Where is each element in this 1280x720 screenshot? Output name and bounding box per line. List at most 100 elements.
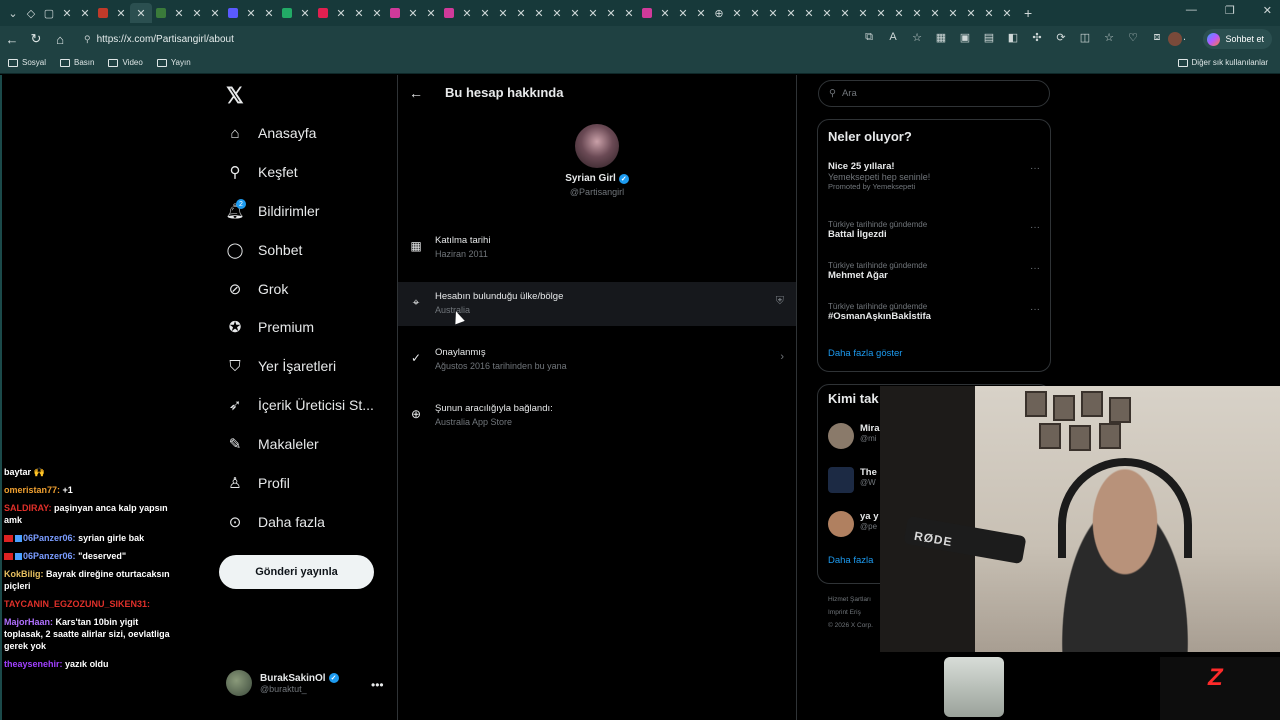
- trend-item[interactable]: Türkiye tarihinde gündemde Mehmet Ağar ·…: [828, 261, 1040, 281]
- tab-item[interactable]: ✕: [242, 3, 260, 23]
- extension-icon[interactable]: ▦: [934, 31, 948, 44]
- x-logo-icon[interactable]: 𝕏: [226, 83, 244, 109]
- more-icon[interactable]: ···: [1030, 163, 1040, 174]
- extension-icon[interactable]: ▤: [982, 31, 996, 44]
- home-browser-icon[interactable]: ⌂: [48, 32, 72, 47]
- tab-menu-chevron[interactable]: ⌄: [4, 3, 22, 23]
- nav-explore[interactable]: ⚲ Keşfet: [226, 160, 298, 184]
- chat-message: baytar 🙌: [4, 466, 174, 478]
- about-row-verified[interactable]: ✓ Onaylanmış Ağustos 2016 tarihinden bu …: [398, 338, 796, 382]
- follow-suggestion[interactable]: Mira @mi: [828, 423, 880, 449]
- trend-item[interactable]: Türkiye tarihinde gündemde Battal İlgezd…: [828, 220, 1040, 240]
- tab-item[interactable]: ✕: [350, 3, 368, 23]
- badge-icon: [4, 535, 13, 543]
- tab-item[interactable]: ✕: [260, 3, 278, 23]
- bookmark-folder[interactable]: Yayın: [156, 58, 191, 67]
- post-button[interactable]: Gönderi yayınla: [219, 555, 374, 589]
- search-input[interactable]: ⚲ Ara: [818, 80, 1050, 107]
- extension-icon[interactable]: ✣: [1030, 31, 1044, 44]
- restore-icon[interactable]: ❐: [1225, 4, 1235, 17]
- collections-icon[interactable]: ⧈: [1150, 31, 1164, 44]
- footer-link[interactable]: Imprint Eriş: [828, 606, 873, 619]
- bookmark-folder[interactable]: Video: [108, 58, 143, 67]
- tab-item[interactable]: ✕: [800, 3, 818, 23]
- tab-item[interactable]: ✕: [908, 3, 926, 23]
- tab-item[interactable]: ✕: [332, 3, 350, 23]
- tab-item[interactable]: ✕: [890, 3, 908, 23]
- tab-item[interactable]: ✕: [872, 3, 890, 23]
- more-icon[interactable]: ···: [1030, 263, 1040, 274]
- favorite-star-icon[interactable]: ☆: [910, 31, 924, 44]
- nav-profile[interactable]: ♙ Profil: [226, 471, 290, 495]
- nav-premium[interactable]: ✪ Premium: [226, 315, 314, 339]
- nav-chat[interactable]: ◯ Sohbet: [226, 238, 303, 262]
- tab-item[interactable]: ✕: [926, 3, 944, 23]
- tab-item[interactable]: [224, 3, 242, 23]
- extension-icon[interactable]: ◧: [1006, 31, 1020, 44]
- reload-icon[interactable]: ↻: [24, 31, 48, 47]
- tab-item[interactable]: ✕: [58, 3, 76, 23]
- close-window-icon[interactable]: ✕: [1263, 4, 1272, 17]
- chevron-right-icon: ›: [780, 351, 784, 363]
- tab-item[interactable]: ✕: [206, 3, 224, 23]
- tab-item[interactable]: ✕: [836, 3, 854, 23]
- tab-item[interactable]: ▢: [40, 3, 58, 23]
- tab-item[interactable]: ✕: [944, 3, 962, 23]
- nav-articles[interactable]: ✎ Makaleler: [226, 432, 319, 456]
- nav-bookmarks[interactable]: ⛉ Yer İşaretleri: [226, 354, 336, 378]
- site-info-icon[interactable]: ⚲: [84, 34, 91, 45]
- show-more-link[interactable]: Daha fazla: [828, 555, 873, 566]
- nav-grok[interactable]: ⊘ Grok: [226, 277, 289, 301]
- follow-suggestion[interactable]: ya y @pe: [828, 511, 879, 537]
- bookmark-folder[interactable]: Basın: [60, 58, 94, 67]
- nav-notifications[interactable]: 🔔︎ 2 Bildirimler: [225, 199, 319, 223]
- split-screen-icon[interactable]: ◫: [1078, 31, 1092, 44]
- more-icon[interactable]: ···: [1030, 304, 1040, 315]
- show-more-link[interactable]: Daha fazla göster: [828, 348, 902, 359]
- nav-creator-studio[interactable]: ➶ İçerik Üreticisi St...: [226, 393, 374, 417]
- profile-avatar[interactable]: [1168, 32, 1182, 46]
- tab-item[interactable]: [94, 3, 112, 23]
- account-more-icon[interactable]: •••: [371, 678, 384, 692]
- tab-item[interactable]: [152, 3, 170, 23]
- heart-icon[interactable]: ♡: [1126, 31, 1140, 44]
- tab-item[interactable]: ✕: [818, 3, 836, 23]
- promoted-trend[interactable]: Nice 25 yıllara! Yemeksepeti hep seninle…: [828, 161, 1040, 191]
- chat-username: omeristan77:: [4, 485, 61, 495]
- tab-item[interactable]: [314, 3, 332, 23]
- nav-home[interactable]: ⌂ Anasayfa: [226, 121, 316, 145]
- read-aloud-icon[interactable]: A: [886, 31, 900, 44]
- minimize-icon[interactable]: —: [1186, 4, 1197, 17]
- copilot-button[interactable]: Sohbet et: [1203, 29, 1272, 49]
- bookmark-folder[interactable]: Sosyal: [8, 58, 46, 67]
- tab-item[interactable]: ✕: [854, 3, 872, 23]
- tab-item[interactable]: ✕: [980, 3, 998, 23]
- follow-suggestion[interactable]: The @W: [828, 467, 877, 493]
- tab-item[interactable]: ✕: [962, 3, 980, 23]
- refresh-extension-icon[interactable]: ⟳: [1054, 31, 1068, 44]
- app-icon[interactable]: ⧉: [862, 31, 876, 44]
- new-tab-button[interactable]: +: [1024, 5, 1032, 21]
- info-shield-icon[interactable]: ⛨: [776, 295, 784, 308]
- account-switcher[interactable]: BurakSakinOl ✓ @buraktut_: [226, 670, 339, 696]
- tab-item[interactable]: ◇: [22, 3, 40, 23]
- tab-item[interactable]: ✕: [76, 3, 94, 23]
- extension-icon[interactable]: ▣: [958, 31, 972, 44]
- trend-item[interactable]: Türkiye tarihinde gündemde #OsmanAşkınBa…: [828, 302, 1040, 322]
- folder-icon: [156, 58, 167, 67]
- tab-item[interactable]: ✕: [296, 3, 314, 23]
- nav-more[interactable]: ⊙ Daha fazla: [226, 510, 325, 534]
- tab-item[interactable]: ✕: [188, 3, 206, 23]
- tab-active[interactable]: ✕: [130, 3, 152, 23]
- tab-item[interactable]: ✕: [170, 3, 188, 23]
- avatar: [828, 423, 854, 449]
- tab-item[interactable]: ✕: [998, 3, 1016, 23]
- back-nav-icon[interactable]: ←: [0, 32, 24, 47]
- more-icon[interactable]: ···: [1030, 222, 1040, 233]
- tab-item[interactable]: [278, 3, 296, 23]
- tab-item[interactable]: ✕: [368, 3, 386, 23]
- favorites-icon[interactable]: ☆: [1102, 31, 1116, 44]
- footer-link[interactable]: Hizmet Şartları: [828, 593, 873, 606]
- other-bookmarks[interactable]: Diğer sık kullanılanlar: [1177, 58, 1268, 67]
- tab-item[interactable]: ✕: [112, 3, 130, 23]
